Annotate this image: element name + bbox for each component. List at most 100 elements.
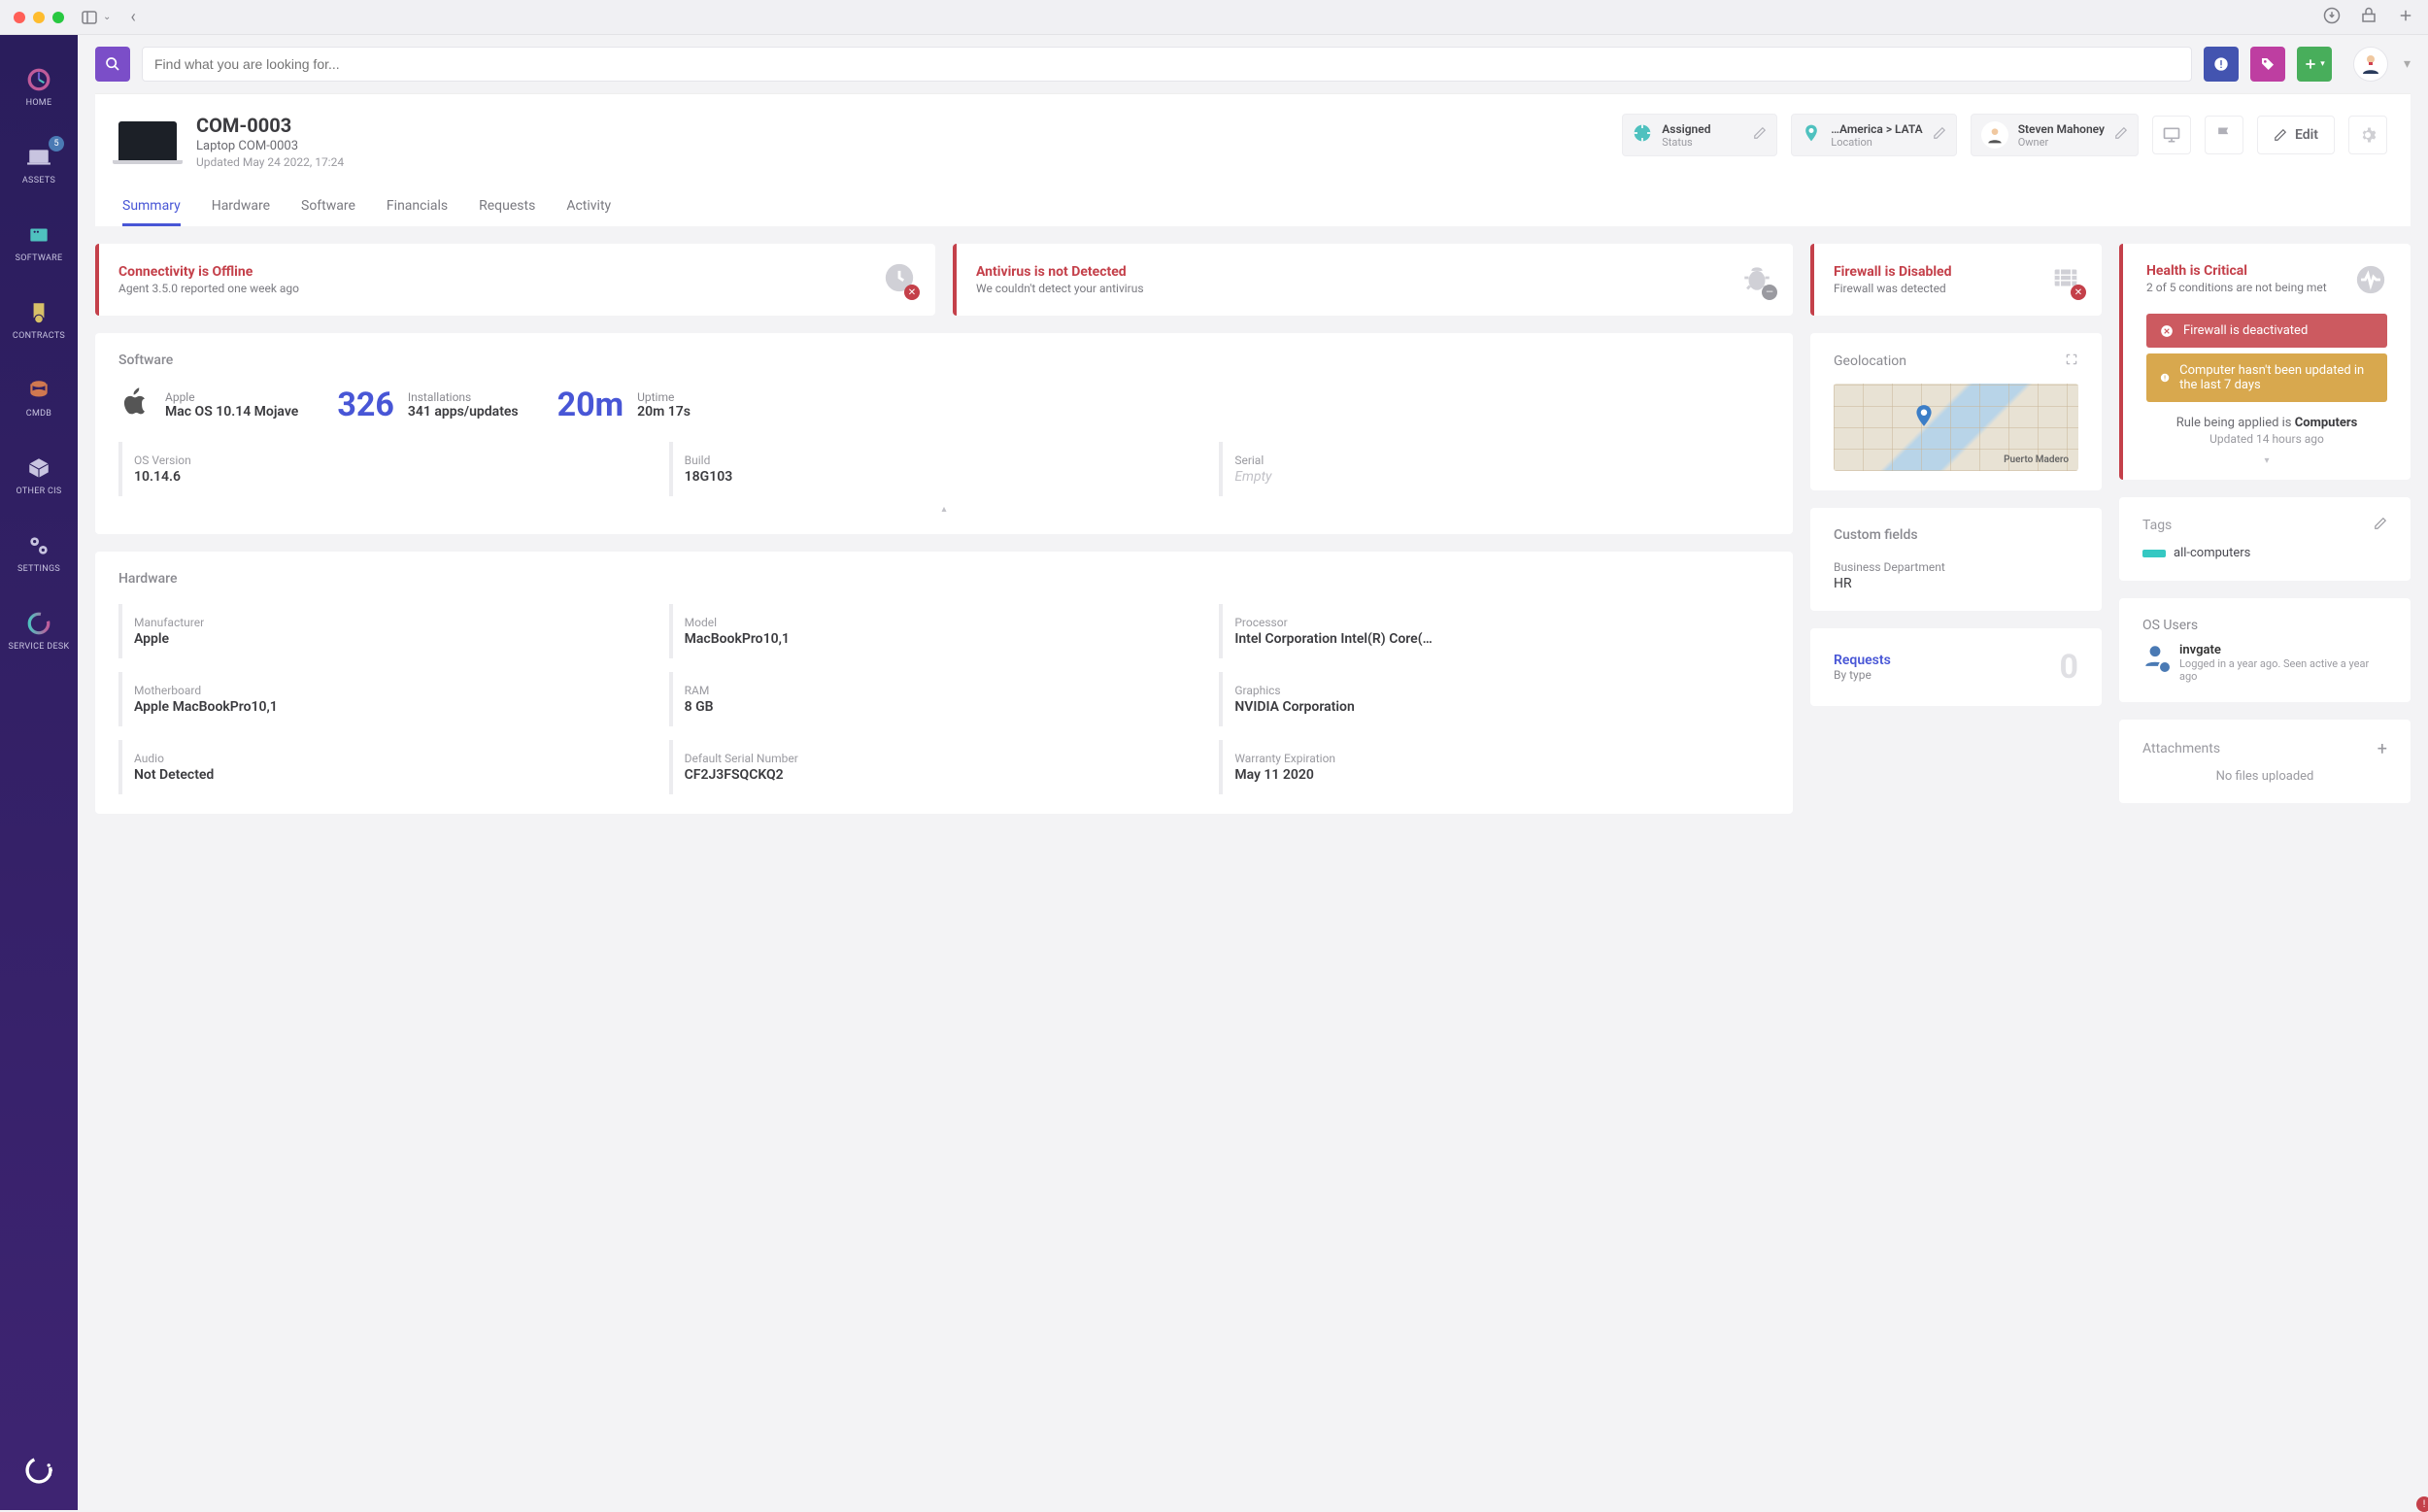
sidebar-item-settings[interactable]: SETTINGS (0, 515, 78, 592)
os-users-card: OS Users invgate Logged in a year ago. S… (2119, 598, 2411, 702)
tag-item[interactable]: all-computers (2142, 546, 2250, 560)
add-attachment-button[interactable]: + (2377, 739, 2387, 759)
sidebar-label-cmdb: CMDB (26, 409, 51, 419)
share-icon[interactable] (2360, 7, 2377, 28)
location-chip[interactable]: …America > LATALocation (1791, 114, 1956, 156)
new-tab-icon[interactable] (2397, 7, 2414, 28)
edit-icon[interactable] (1933, 126, 1946, 144)
sidebar-label-home: HOME (26, 98, 52, 108)
software-card: Software Apple Mac OS 10.14 Mojave 326 (95, 333, 1793, 534)
sidebar-item-home[interactable]: HOME (0, 49, 78, 126)
edit-icon[interactable] (2114, 126, 2128, 144)
hw-field: AudioNot Detected (118, 740, 669, 794)
sidebar-label-settings: SETTINGS (17, 564, 60, 574)
sidebar-item-other-cis[interactable]: OTHER CIs (0, 437, 78, 515)
asset-updated: Updated May 24 2022, 17:24 (196, 155, 344, 169)
monitor-action-button[interactable] (2152, 116, 2191, 154)
status-icon (1633, 123, 1652, 147)
sidebar-toggle-button[interactable]: ⌄ (82, 11, 111, 24)
location-icon (1802, 123, 1821, 147)
asset-name: Laptop COM-0003 (196, 139, 344, 153)
flag-action-button[interactable] (2205, 116, 2243, 154)
expand-icon[interactable] (2065, 353, 2078, 370)
tab-hardware[interactable]: Hardware (212, 188, 270, 226)
requests-count: 0 (2059, 648, 2078, 687)
alerts-button[interactable] (2204, 47, 2239, 82)
close-window-button[interactable] (14, 12, 25, 23)
maximize-window-button[interactable] (52, 12, 64, 23)
hw-field: ModelMacBookPro10,1 (669, 604, 1220, 658)
edit-button[interactable]: Edit (2257, 116, 2335, 154)
user-icon (2142, 643, 2168, 672)
tags-heading: Tags (2142, 518, 2172, 533)
sidebar-label-contracts: CONTRACTS (13, 331, 65, 341)
user-avatar[interactable] (2353, 47, 2388, 82)
sidebar-label-assets: ASSETS (22, 176, 55, 185)
search-button[interactable] (95, 47, 130, 82)
map-thumbnail[interactable]: Puerto Madero (1834, 384, 2078, 471)
hw-field: Default Serial NumberCF2J3FSQCKQ2 (669, 740, 1220, 794)
firewall-icon: ✕ (2049, 261, 2082, 298)
tab-summary[interactable]: Summary (122, 188, 181, 226)
hw-field: RAM8 GB (669, 672, 1220, 726)
expand-handle[interactable]: ▴ (118, 504, 1770, 515)
add-button[interactable]: ▾ (2297, 47, 2332, 82)
map-pin-icon (1911, 403, 1937, 432)
sidebar-item-cmdb[interactable]: CMDB (0, 359, 78, 437)
user-menu-caret[interactable]: ▾ (2404, 56, 2411, 72)
tag-swatch (2142, 550, 2166, 557)
traffic-lights (14, 12, 64, 23)
health-banner-update: Computer hasn't been updated in the last… (2146, 353, 2387, 402)
alert-firewall: Firewall is Disabled Firewall was detect… (1810, 244, 2102, 316)
apple-icon (118, 386, 152, 423)
download-icon[interactable] (2323, 7, 2341, 28)
edit-icon[interactable] (1753, 126, 1767, 144)
health-banner-firewall: Firewall is deactivated (2146, 314, 2387, 348)
heartbeat-icon: ! (2354, 263, 2387, 300)
window-titlebar: ⌄ ‹ (0, 0, 2428, 35)
hw-field: Warranty ExpirationMay 11 2020 (1219, 740, 1770, 794)
settings-action-button[interactable] (2348, 116, 2387, 154)
brand-logo (22, 1434, 55, 1510)
owner-chip[interactable]: Steven MahoneyOwner (1971, 114, 2139, 156)
hw-field: MotherboardApple MacBookPro10,1 (118, 672, 669, 726)
minimize-window-button[interactable] (33, 12, 45, 23)
attachments-card: Attachments + No files uploaded (2119, 720, 2411, 803)
sidebar-item-software[interactable]: SOFTWARE (0, 204, 78, 282)
status-chip[interactable]: AssignedStatus (1622, 114, 1777, 156)
geo-heading: Geolocation (1834, 353, 1906, 369)
tab-activity[interactable]: Activity (566, 188, 611, 226)
asset-header: COM-0003 Laptop COM-0003 Updated May 24 … (95, 93, 2411, 226)
expand-handle[interactable]: ▾ (2146, 455, 2387, 466)
hw-field: ManufacturerApple (118, 604, 669, 658)
topbar: ▾ ▾ (78, 35, 2428, 93)
asset-tabs: Summary Hardware Software Financials Req… (118, 188, 2387, 226)
owner-avatar-icon (1981, 121, 2008, 149)
tags-button[interactable] (2250, 47, 2285, 82)
app-sidebar: HOME 5 ASSETS SOFTWARE CONTRACTS CMDB OT… (0, 35, 78, 1510)
tab-software[interactable]: Software (301, 188, 355, 226)
sidebar-item-assets[interactable]: 5 ASSETS (0, 126, 78, 204)
hw-field: GraphicsNVIDIA Corporation (1219, 672, 1770, 726)
sidebar-item-contracts[interactable]: CONTRACTS (0, 282, 78, 359)
back-button[interactable]: ‹ (130, 7, 135, 27)
geolocation-card: Geolocation Puerto Madero (1810, 333, 2102, 490)
tab-financials[interactable]: Financials (387, 188, 448, 226)
uptime: 20m (557, 386, 624, 424)
hw-field: ProcessorIntel Corporation Intel(R) Core… (1219, 604, 1770, 658)
osusers-heading: OS Users (2142, 618, 2198, 633)
software-heading: Software (118, 353, 1770, 368)
hardware-heading: Hardware (118, 571, 1770, 587)
alert-connectivity: Connectivity is Offline Agent 3.5.0 repo… (95, 244, 935, 316)
asset-type-icon (118, 121, 177, 160)
alert-antivirus: Antivirus is not Detected We couldn't de… (953, 244, 1793, 316)
edit-icon[interactable] (2374, 517, 2387, 534)
tab-requests[interactable]: Requests (479, 188, 535, 226)
requests-card[interactable]: Requests By type 0 (1810, 628, 2102, 706)
sidebar-item-service-desk[interactable]: SERVICE DESK (0, 592, 78, 670)
sidebar-label-other-cis: OTHER CIs (16, 487, 61, 496)
tags-card: Tags all-computers (2119, 497, 2411, 581)
health-rule: Rule being applied is Computers (2146, 416, 2387, 430)
clock-icon: ✕ (883, 261, 916, 298)
search-input[interactable] (142, 47, 2192, 82)
